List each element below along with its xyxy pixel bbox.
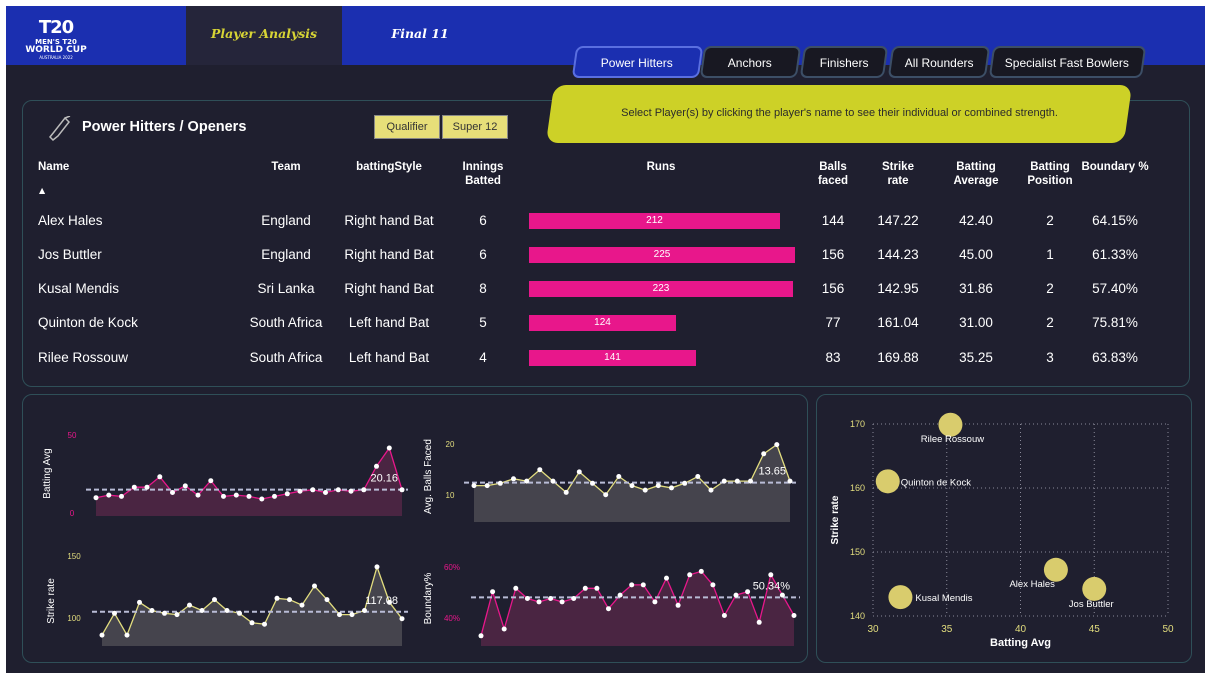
team-cell: Sri Lanka <box>257 281 315 296</box>
tab-power-hitters[interactable]: Power Hitters <box>571 46 704 78</box>
filter-qualifier-button[interactable]: Qualifier <box>374 115 440 139</box>
runs-bar: 124 <box>529 315 676 331</box>
batting-average-cell: 31.00 <box>959 315 993 330</box>
batting-style-cell: Left hand Bat <box>348 350 430 365</box>
batting-position-cell: 2 <box>1046 315 1054 330</box>
balls-faced-cell: 83 <box>825 350 841 365</box>
header-batting-style[interactable]: battingStyle <box>336 160 442 174</box>
balls-faced-cell: 156 <box>821 281 845 296</box>
team-cell: South Africa <box>249 350 323 365</box>
player-name-link[interactable]: Jos Buttler <box>38 247 102 263</box>
batting-style-cell: Right hand Bat <box>344 213 434 228</box>
header-team[interactable]: Team <box>246 160 326 174</box>
tab-final-11[interactable]: Final 11 <box>342 6 498 65</box>
batting-style-cell: Right hand Bat <box>344 247 434 262</box>
header-innings[interactable]: Innings Batted <box>454 160 512 188</box>
logo-line: AUSTRALIA 2022 <box>39 55 73 60</box>
tab-player-analysis[interactable]: Player Analysis <box>186 6 342 65</box>
player-name-link[interactable]: Alex Hales <box>38 213 103 229</box>
strike-rate-cell: 144.23 <box>877 247 919 262</box>
team-cell: South Africa <box>249 315 323 330</box>
balls-faced-cell: 156 <box>821 247 845 262</box>
strike-rate-cell: 169.88 <box>877 350 919 365</box>
boundary-pct-cell: 57.40% <box>1092 281 1138 296</box>
innings-cell: 4 <box>479 350 487 365</box>
runs-bar: 225 <box>529 247 795 263</box>
player-name-link[interactable]: Rilee Rossouw <box>38 350 128 366</box>
header-boundary-pct[interactable]: Boundary % <box>1080 160 1150 174</box>
header-batting-position[interactable]: Batting Position <box>1020 160 1080 188</box>
player-name-link[interactable]: Quinton de Kock <box>38 315 138 331</box>
innings-cell: 5 <box>479 315 487 330</box>
batting-average-cell: 45.00 <box>959 247 993 262</box>
players-table-panel <box>22 100 1190 387</box>
header-name[interactable]: Name <box>38 160 69 174</box>
balls-faced-cell: 77 <box>825 315 841 330</box>
batting-average-cell: 31.86 <box>959 281 993 296</box>
header-runs[interactable]: Runs <box>626 160 696 174</box>
tab-specialist-fast-bowlers[interactable]: Specialist Fast Bowlers <box>988 46 1147 78</box>
team-cell: England <box>261 247 311 262</box>
batting-position-cell: 3 <box>1046 350 1054 365</box>
player-name-link[interactable]: Kusal Mendis <box>38 281 119 297</box>
runs-bar: 223 <box>529 281 793 297</box>
batting-style-cell: Left hand Bat <box>348 315 430 330</box>
instruction-text: Select Player(s) by clicking the player'… <box>620 107 1058 119</box>
boundary-pct-cell: 64.15% <box>1092 213 1138 228</box>
strike-rate-cell: 147.22 <box>877 213 919 228</box>
header-balls-faced[interactable]: Balls faced <box>806 160 860 188</box>
tab-anchors[interactable]: Anchors <box>699 46 802 78</box>
trend-charts-panel <box>22 394 808 663</box>
tab-finishers[interactable]: Finishers <box>799 46 889 78</box>
cricket-bat-icon <box>48 116 71 142</box>
strike-rate-cell: 142.95 <box>877 281 919 296</box>
runs-bar: 212 <box>529 213 780 229</box>
header-batting-average[interactable]: Batting Average <box>941 160 1011 188</box>
panel-title: Power Hitters / Openers <box>82 119 247 135</box>
batting-position-cell: 1 <box>1046 247 1054 262</box>
strike-rate-cell: 161.04 <box>877 315 919 330</box>
boundary-pct-cell: 75.81% <box>1092 315 1138 330</box>
filter-super-12-button[interactable]: Super 12 <box>442 115 508 139</box>
scatter-panel <box>816 394 1192 663</box>
innings-cell: 6 <box>479 213 487 228</box>
boundary-pct-cell: 63.83% <box>1092 350 1138 365</box>
batting-position-cell: 2 <box>1046 281 1054 296</box>
tab-all-rounders[interactable]: All Rounders <box>887 46 991 78</box>
instruction-banner: Select Player(s) by clicking the player'… <box>545 85 1133 143</box>
batting-average-cell: 42.40 <box>959 213 993 228</box>
batting-average-cell: 35.25 <box>959 350 993 365</box>
trophy-icon: T20 <box>38 17 74 38</box>
runs-bar: 141 <box>529 350 696 366</box>
batting-position-cell: 2 <box>1046 213 1054 228</box>
innings-cell: 8 <box>479 281 487 296</box>
balls-faced-cell: 144 <box>821 213 845 228</box>
dashboard: T20 MEN'S T20 WORLD CUP AUSTRALIA 2022 P… <box>6 6 1205 673</box>
header-strike-rate[interactable]: Strike rate <box>870 160 926 188</box>
innings-cell: 6 <box>479 247 487 262</box>
boundary-pct-cell: 61.33% <box>1092 247 1138 262</box>
tournament-logo: T20 MEN'S T20 WORLD CUP AUSTRALIA 2022 <box>24 18 88 74</box>
sort-ascending-icon[interactable]: ▲ <box>39 186 45 195</box>
logo-line: WORLD CUP <box>25 45 87 55</box>
team-cell: England <box>261 213 311 228</box>
batting-style-cell: Right hand Bat <box>344 281 434 296</box>
